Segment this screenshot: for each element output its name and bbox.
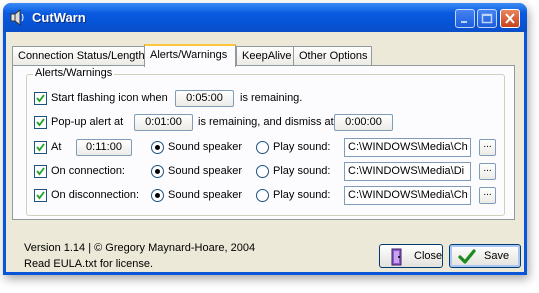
- popup-time-button[interactable]: 0:01:00: [134, 114, 193, 131]
- checkmark-icon: [36, 167, 45, 176]
- groupbox-label: Alerts/Warnings: [33, 67, 115, 79]
- disconnection-sound-speaker-label: Sound speaker: [168, 189, 242, 201]
- at-play-sound-radio[interactable]: [256, 141, 269, 154]
- license-text: Read EULA.txt for license.: [24, 258, 154, 270]
- close-button[interactable]: Close: [379, 244, 443, 268]
- disconnection-sound-path-field[interactable]: C:\WINDOWS\Media\Ch: [344, 186, 471, 205]
- at-sound-path-field[interactable]: C:\WINDOWS\Media\Ch: [344, 138, 471, 157]
- save-button-label: Save: [484, 250, 510, 262]
- flash-remaining-label: is remaining.: [240, 92, 303, 104]
- app-window: CutWarn Connection Status/Length Alerts/…: [3, 3, 527, 275]
- version-text: Version 1.14 | © Gregory Maynard-Hoare, …: [24, 242, 256, 254]
- checkmark-icon: [36, 94, 45, 103]
- flash-icon-label: Start flashing icon when: [51, 92, 168, 104]
- minimize-icon: [461, 21, 467, 23]
- disconnection-checkbox[interactable]: [34, 189, 47, 202]
- tab-label: Other Options: [299, 50, 368, 62]
- at-time-checkbox[interactable]: [34, 141, 47, 154]
- title-bar[interactable]: CutWarn: [3, 3, 527, 32]
- checkmark-icon: [36, 118, 45, 127]
- close-window-button[interactable]: [500, 9, 520, 28]
- popup-alert-label: Pop-up alert at: [51, 116, 124, 128]
- connection-sound-speaker-radio[interactable]: [151, 165, 164, 178]
- close-icon: [505, 13, 515, 24]
- save-button[interactable]: Save: [449, 244, 521, 268]
- connection-play-sound-label: Play sound:: [273, 165, 331, 177]
- maximize-icon: [481, 13, 493, 24]
- speaker-icon: [10, 9, 24, 26]
- disconnection-browse-button[interactable]: ...: [479, 187, 496, 204]
- tab-label: Connection Status/Length: [18, 50, 145, 62]
- radio-selected-dot: [155, 145, 160, 150]
- at-sound-speaker-radio[interactable]: [151, 141, 164, 154]
- minimize-button[interactable]: [455, 9, 475, 28]
- connection-browse-button[interactable]: ...: [479, 163, 496, 180]
- radio-selected-dot: [155, 193, 160, 198]
- connection-play-sound-radio[interactable]: [256, 165, 269, 178]
- door-exit-icon: [391, 248, 402, 266]
- at-play-sound-label: Play sound:: [273, 141, 331, 153]
- tab-alerts-warnings[interactable]: Alerts/Warnings: [144, 44, 236, 67]
- connection-label: On connection:: [51, 165, 125, 177]
- flash-icon-checkbox[interactable]: [34, 92, 47, 105]
- at-browse-button[interactable]: ...: [479, 139, 496, 156]
- checkmark-icon: [36, 143, 45, 152]
- at-sound-speaker-label: Sound speaker: [168, 141, 242, 153]
- connection-sound-path-field[interactable]: C:\WINDOWS\Media\Di: [344, 162, 471, 181]
- tab-label: KeepAlive: [242, 50, 292, 62]
- maximize-button[interactable]: [477, 9, 497, 28]
- tab-keepalive[interactable]: KeepAlive: [236, 46, 294, 65]
- close-button-label: Close: [414, 250, 443, 262]
- tab-other-options[interactable]: Other Options: [293, 46, 372, 65]
- at-time-label: At: [51, 141, 62, 153]
- green-check-icon: [458, 249, 476, 264]
- disconnection-sound-speaker-radio[interactable]: [151, 189, 164, 202]
- tab-connection-status[interactable]: Connection Status/Length: [12, 46, 145, 65]
- checkmark-icon: [36, 191, 45, 200]
- alerts-panel: Alerts/Warnings Start flashing icon when…: [12, 65, 515, 220]
- client-area: Connection Status/Length Alerts/Warnings…: [6, 32, 524, 272]
- disconnection-play-sound-radio[interactable]: [256, 189, 269, 202]
- tab-label: Alerts/Warnings: [150, 49, 228, 61]
- popup-alert-checkbox[interactable]: [34, 116, 47, 129]
- alerts-groupbox: Alerts/Warnings Start flashing icon when…: [26, 67, 505, 216]
- at-time-button[interactable]: 0:11:00: [76, 139, 132, 156]
- popup-remaining-label: is remaining, and dismiss at: [198, 116, 334, 128]
- radio-selected-dot: [155, 169, 160, 174]
- disconnection-label: On disconnection:: [51, 189, 140, 201]
- flash-time-button[interactable]: 0:05:00: [175, 90, 234, 107]
- connection-checkbox[interactable]: [34, 165, 47, 178]
- connection-sound-speaker-label: Sound speaker: [168, 165, 242, 177]
- dismiss-time-button[interactable]: 0:00:00: [334, 114, 393, 131]
- disconnection-play-sound-label: Play sound:: [273, 189, 331, 201]
- window-title: CutWarn: [32, 10, 86, 25]
